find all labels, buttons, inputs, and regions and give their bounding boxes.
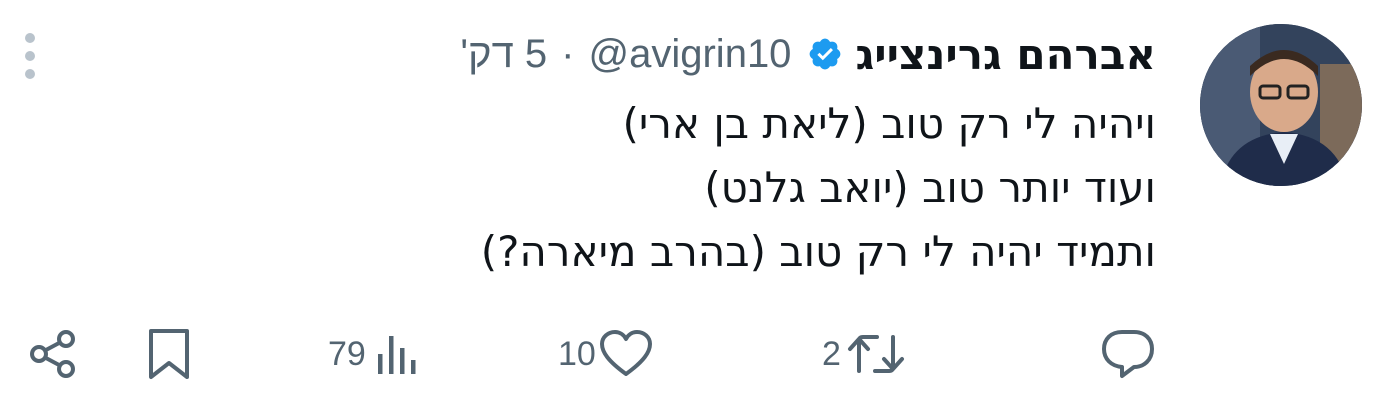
avatar[interactable]	[1200, 24, 1362, 186]
like-count: 10	[558, 334, 596, 373]
views-icon	[374, 330, 418, 378]
views-count: 79	[328, 334, 366, 373]
display-name[interactable]: אברהם גרינצייג	[855, 30, 1156, 79]
retweet-button[interactable]: 2	[822, 326, 907, 382]
more-icon[interactable]	[20, 30, 40, 86]
tweet-line: ועוד יותר טוב (יואב גלנט)	[704, 163, 1156, 212]
like-icon	[598, 328, 654, 380]
timestamp[interactable]: 5 דק'	[460, 32, 547, 77]
retweet-icon	[845, 329, 907, 379]
tweet-line: ויהיה לי רק טוב (ליאת בן ארי)	[622, 99, 1156, 148]
tweet[interactable]: אברהם גרינצייג @avigrin10 · 5 דק' ויהיה …	[0, 0, 1398, 417]
like-button[interactable]: 10	[558, 326, 654, 382]
separator-dot: ·	[561, 31, 575, 76]
reply-icon	[1100, 327, 1156, 381]
handle[interactable]: @avigrin10	[589, 32, 792, 77]
retweet-count: 2	[822, 334, 841, 373]
tweet-line: ותמיד יהיה לי רק טוב (בהרב מיארה?)	[480, 227, 1156, 276]
bookmark-button[interactable]	[146, 326, 192, 382]
bookmark-icon	[146, 327, 192, 381]
share-button[interactable]	[26, 326, 80, 382]
verified-badge-icon	[807, 36, 843, 72]
tweet-header: אברהם גרינצייג @avigrin10 · 5 דק'	[460, 26, 1156, 82]
reply-button[interactable]	[1100, 326, 1156, 382]
share-icon	[26, 327, 80, 381]
tweet-text: ויהיה לי רק טוב (ליאת בן ארי) ועוד יותר …	[481, 92, 1156, 284]
views-button[interactable]: 79	[328, 326, 418, 382]
